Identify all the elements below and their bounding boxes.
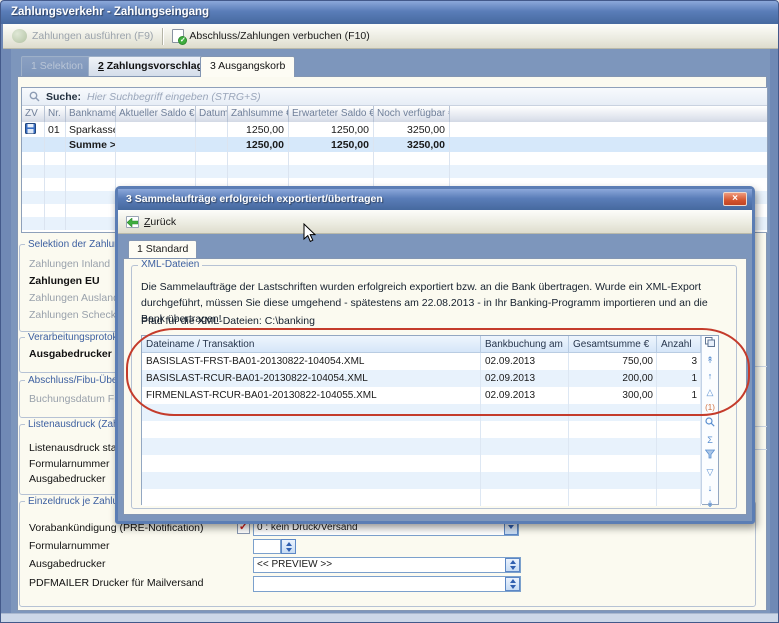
execute-payments-icon [12,29,27,43]
empty-row [22,165,767,178]
sidebar-item-formularnummer-2: Formularnummer [29,540,110,552]
field-edge [754,366,767,367]
app-window: Zahlungsverkehr - Zahlungseingang Zahlun… [0,0,779,623]
dialog-title: 3 Sammelaufträge erfolgreich exportiert/… [126,193,383,205]
search-placeholder: Hier Suchbegriff eingeben (STRG+S) [87,91,261,103]
field-edge [754,426,767,427]
header-cell-nr[interactable]: Nr. [45,106,66,122]
funnel-icon[interactable] [705,448,715,464]
floppy-disk-icon [25,123,36,134]
empty-row [142,455,702,472]
sidebar-item-zahlungen-schecken: Zahlungen Schecken [29,309,128,321]
close-icon: × [732,193,738,204]
header-cell-zv[interactable]: ZV [22,106,45,122]
sum-icon[interactable]: Σ [707,432,713,448]
tab-zahlungsvorschlag-label: 2 Zahlungsvorschlag [98,57,203,76]
main-toolbar: Zahlungen ausführen (F9) ✓ Abschluss/Zah… [3,24,778,49]
sidebar-item-ausgabedrucker-1: Ausgabedrucker [29,348,112,360]
scroll-down-icon[interactable]: ↓ [708,480,713,496]
close-button[interactable]: × [723,192,747,206]
formularnummer-input[interactable] [253,539,281,554]
empty-row [142,472,702,489]
execute-payments-label: Zahlungen ausführen (F9) [32,30,153,42]
sidebar-item-formularnummer-1: Formularnummer [29,458,110,470]
search-label: Suche: [46,91,81,103]
sidebar-item-zahlungen-ausland: Zahlungen Ausland [29,292,119,304]
header-cell-datum[interactable]: Datum [196,106,228,122]
sidebar-item-zahlungen-eu: Zahlungen EU [29,275,100,287]
xml-fieldset-legend: XML-Dateien [138,259,202,270]
header-cell-zahlsumme[interactable]: Zahlsumme € [228,106,289,122]
cell-zahlsumme: 1250,00 [228,122,289,137]
window-title: Zahlungsverkehr - Zahlungseingang [11,6,209,18]
sidebar-item-ausgabedrucker-2: Ausgabedrucker [29,473,105,485]
empty-row [142,421,702,438]
header-cell-erwarteter-saldo[interactable]: Erwarteter Saldo € [289,106,374,122]
back-icon [126,216,139,228]
pdfmailer-dropdown[interactable] [253,576,521,592]
sum-row: Summe > 1250,00 1250,00 3250,00 [22,137,767,152]
sidebar-item-buchungsdatum-fibu: Buchungsdatum Fibu [29,393,128,405]
execute-payments-button[interactable]: Zahlungen ausführen (F9) [3,24,162,48]
mouse-cursor [303,223,318,243]
ausgabedrucker-dropdown[interactable]: << PREVIEW >> [253,557,521,573]
payment-row-sparkasse[interactable]: 01 Sparkasse 1250,00 1250,00 3250,00 [22,122,767,137]
pdfmailer-spinner[interactable] [505,577,520,591]
sidebar-item-pdfmailer: PDFMAILER Drucker für Mailversand [29,577,203,589]
header-cell-noch-verfuegbar[interactable]: Noch verfügbar € [374,106,450,122]
xml-path: Pfad für die XML-Dateien: C:\banking [141,315,315,327]
formularnummer-spinner[interactable] [281,539,296,554]
tab-ausgangskorb[interactable]: 3 Ausgangskorb [200,56,295,77]
ausgabedrucker-value: << PREVIEW >> [257,559,332,570]
cell-nr: 01 [45,122,66,137]
empty-row [22,152,767,165]
empty-row [142,489,702,506]
red-highlight-oval [126,328,750,416]
empty-row [142,438,702,455]
book-payments-button[interactable]: ✓ Abschluss/Zahlungen verbuchen (F10) [163,24,378,48]
header-cell-aktueller-saldo[interactable]: Aktueller Saldo € [116,106,196,122]
cell-noch-verfuegbar: 3250,00 [374,122,450,137]
scroll-down-alt-icon[interactable]: ▽ [707,464,714,480]
tab-selektion[interactable]: 1 Selektion [21,56,93,76]
spinner-up-icon [286,539,292,546]
search-bar[interactable]: Suche: Hier Suchbegriff eingeben (STRG+S… [22,88,767,106]
sum-label: Summe > [66,137,116,152]
title-bar: Zahlungsverkehr - Zahlungseingang [1,1,779,24]
magnifier-icon[interactable] [705,416,715,432]
document-check-icon: ✓ [172,29,184,43]
window-bottom-edge [1,613,779,623]
ausgabedrucker-spinner[interactable] [505,558,520,572]
search-icon [29,91,40,102]
spinner-down-icon [286,548,292,555]
cell-erwarteter-saldo: 1250,00 [289,122,374,137]
book-payments-label: Abschluss/Zahlungen verbuchen (F10) [189,30,369,42]
field-edge [754,449,767,450]
cell-bankname: Sparkasse [66,122,116,137]
tab-selektion-label: 1 Selektion [31,60,83,72]
dialog-toolbar: Zurück [118,210,752,234]
dialog-title-bar: 3 Sammelaufträge erfolgreich exportiert/… [118,189,752,210]
dialog-tab-label: 1 Standard [137,243,188,255]
tab-ausgangskorb-label: 3 Ausgangskorb [210,60,285,72]
sidebar-item-zahlungen-inland: Zahlungen Inland [29,258,110,270]
tab-zahlungsvorschlag[interactable]: 2 Zahlungsvorschlag [88,56,213,76]
dialog-tab-standard[interactable]: 1 Standard [128,240,197,258]
back-button[interactable]: Zurück [144,216,176,228]
table-header-row: ZV Nr. Bankname Aktueller Saldo € Datum … [22,106,767,122]
sidebar-item-ausgabedrucker-3: Ausgabedrucker [29,558,105,570]
header-cell-bankname[interactable]: Bankname [66,106,116,122]
scroll-bottom-icon[interactable]: ↡ [706,496,714,512]
